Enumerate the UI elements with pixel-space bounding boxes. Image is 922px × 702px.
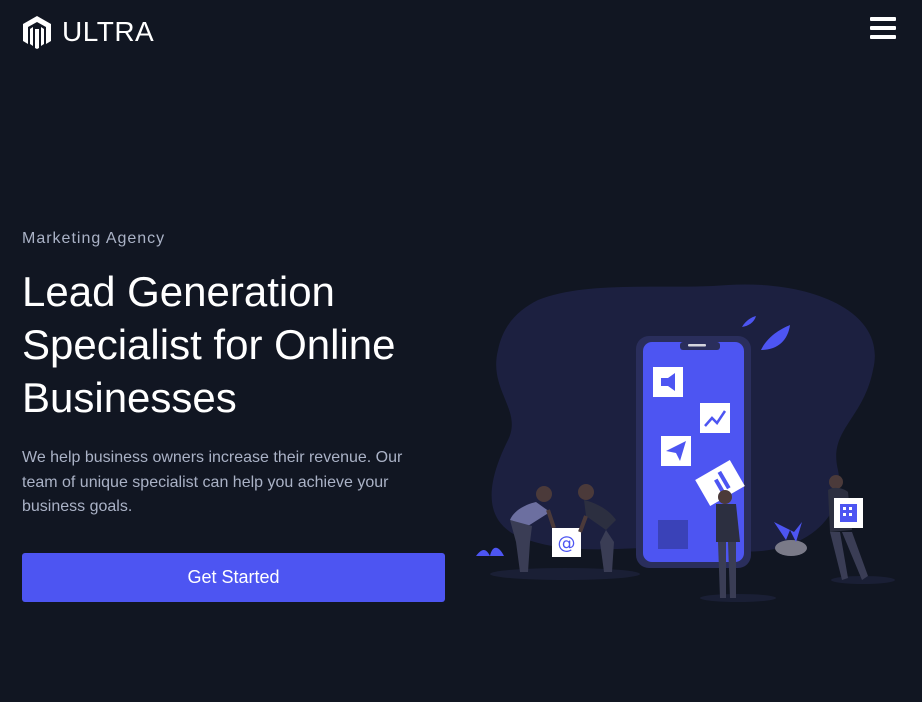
- logo-icon: [22, 15, 52, 49]
- hamburger-menu-button[interactable]: [870, 16, 898, 42]
- get-started-button[interactable]: Get Started: [22, 553, 445, 602]
- hero-description: We help business owners increase their r…: [22, 449, 403, 515]
- page: ULTRA Marketing Agency Lead Generation S…: [0, 0, 922, 702]
- megaphone-icon: [653, 367, 683, 397]
- svg-text:@: @: [558, 533, 576, 554]
- hero-headline: Lead Generation Specialist for Online Bu…: [22, 268, 396, 421]
- brand-logo-link[interactable]: ULTRA: [22, 14, 154, 50]
- building-icon: [834, 498, 863, 528]
- at-sign-icon: @: [552, 528, 581, 557]
- paper-plane-icon: [661, 436, 691, 466]
- hero-eyebrow: Marketing Agency: [22, 230, 166, 247]
- chart-icon: [700, 403, 730, 433]
- hamburger-menu-icon: [870, 16, 898, 42]
- hero-illustration: @: [468, 280, 908, 610]
- brand-name: ULTRA: [62, 16, 155, 47]
